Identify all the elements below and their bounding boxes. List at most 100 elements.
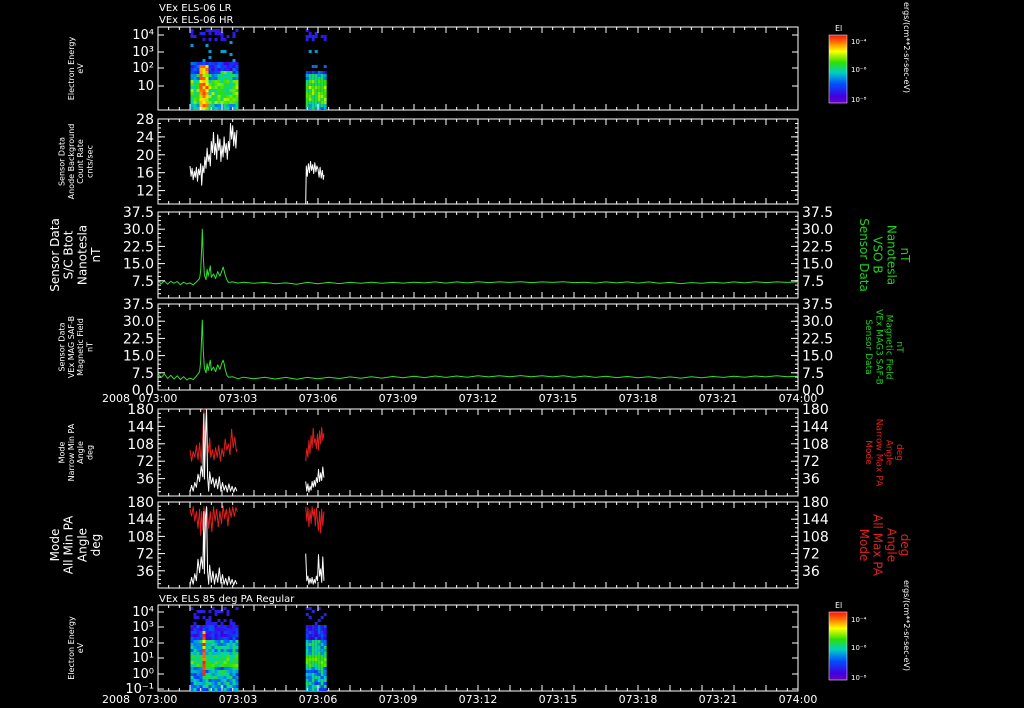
electron-energy-top-cell — [208, 98, 212, 101]
electron-energy-top-cell — [308, 83, 312, 86]
electron-energy-bottom-cell — [229, 649, 233, 652]
electron-energy-top-cell — [220, 92, 224, 95]
electron-energy-bottom-cell — [226, 682, 230, 685]
electron-energy-bottom-cell — [205, 679, 209, 682]
electron-energy-top-cell — [317, 98, 321, 101]
electron-energy-bottom-cell — [235, 643, 239, 646]
electron-energy-top-cell — [229, 80, 233, 83]
electron-energy-bottom-cell — [190, 649, 194, 652]
electron-energy-bottom-time-label: 073:21 — [699, 693, 738, 706]
electron-energy-top-cell — [232, 71, 236, 74]
electron-energy-bottom-cell — [202, 652, 206, 655]
electron-energy-top-cell — [314, 50, 318, 53]
electron-energy-top-cell — [229, 104, 233, 107]
electron-energy-bottom-cell — [220, 649, 224, 652]
all-pa-series-1 — [189, 505, 238, 536]
electron-energy-top-cell — [214, 77, 218, 80]
electron-energy-top-cell — [226, 83, 230, 86]
mag-field-ytick-label: 37.5 — [123, 297, 154, 313]
electron-energy-top-cell — [190, 95, 194, 98]
sc-btot-ytick-label: 22.5 — [123, 239, 154, 255]
electron-energy-bottom-cell — [320, 652, 324, 655]
electron-energy-top-cell — [314, 83, 318, 86]
electron-energy-bottom-cell — [229, 658, 233, 661]
electron-energy-bottom-cell — [311, 649, 315, 652]
electron-energy-bottom-cell — [193, 673, 197, 676]
electron-energy-bottom-cell — [214, 625, 218, 628]
electron-energy-bottom-cell — [320, 631, 324, 634]
electron-energy-top-cell — [317, 95, 321, 98]
electron-energy-bottom-cell — [235, 688, 239, 691]
electron-energy-bottom-cell — [229, 676, 233, 679]
electron-energy-top-cell — [214, 107, 218, 110]
electron-energy-bottom-cell — [205, 640, 209, 643]
electron-energy-top-cell — [202, 104, 206, 107]
electron-energy-top-cell — [323, 80, 327, 83]
all-pa-ylabel-right-line-1: Mode — [857, 529, 871, 562]
electron-energy-bottom-cell — [190, 688, 194, 691]
narrow-pa-ylabel-right-line-4: deg — [894, 444, 904, 461]
electron-energy-bottom-cell — [193, 649, 197, 652]
electron-energy-bottom-cell — [323, 661, 327, 664]
colorbar-bottom-title: El — [835, 601, 842, 610]
electron-energy-bottom-cell — [308, 685, 312, 688]
electron-energy-bottom-cell — [202, 625, 206, 628]
electron-energy-bottom-ytick-label: 10³ — [132, 620, 154, 635]
electron-energy-top-cell — [317, 83, 321, 86]
electron-energy-bottom-cell — [211, 664, 215, 667]
electron-energy-bottom-cell — [323, 613, 327, 616]
electron-energy-bottom-cell — [308, 646, 312, 649]
electron-energy-bottom-cell — [193, 667, 197, 670]
electron-energy-top-cell — [232, 62, 236, 65]
electron-energy-bottom-cell — [235, 640, 239, 643]
electron-energy-bottom-cell — [235, 658, 239, 661]
electron-energy-bottom-cell — [226, 649, 230, 652]
electron-energy-top-cell — [314, 32, 318, 35]
electron-energy-top-cell — [211, 98, 215, 101]
electron-energy-bottom-cell — [308, 664, 312, 667]
electron-energy-bottom-cell — [323, 634, 327, 637]
electron-energy-top-cell — [220, 98, 224, 101]
electron-energy-top-frame — [157, 26, 799, 111]
electron-energy-top-cell — [202, 101, 206, 104]
electron-energy-bottom-cell — [205, 658, 209, 661]
electron-energy-bottom-cell — [317, 649, 321, 652]
electron-energy-bottom-cell — [305, 640, 309, 643]
electron-energy-bottom-cell — [308, 640, 312, 643]
electron-energy-top-cell — [305, 35, 309, 38]
electron-energy-top-cell — [226, 92, 230, 95]
narrow-pa-series-3 — [305, 426, 325, 462]
electron-energy-bottom-cell — [199, 676, 203, 679]
electron-energy-bottom-ytick-label: 10⁰ — [132, 667, 154, 682]
electron-energy-bottom-cell — [317, 676, 321, 679]
sc-btot-ytick-label: 15.0 — [123, 257, 154, 273]
electron-energy-bottom-cell — [202, 640, 206, 643]
electron-energy-top-cell — [193, 101, 197, 104]
electron-energy-bottom-cell — [223, 640, 227, 643]
electron-energy-top-cell — [193, 86, 197, 89]
electron-energy-bottom-cell — [193, 628, 197, 631]
electron-energy-bottom-cell — [190, 628, 194, 631]
electron-energy-top-cell — [205, 65, 209, 68]
electron-energy-bottom-cell — [226, 655, 230, 658]
electron-energy-top-cell — [323, 74, 327, 77]
electron-energy-bottom-cell — [217, 658, 221, 661]
electron-energy-bottom-cell — [311, 640, 315, 643]
electron-energy-bottom-ylabel-line-2: eV — [76, 642, 85, 653]
electron-energy-bottom-cell — [217, 685, 221, 688]
electron-energy-top-cell — [226, 80, 230, 83]
electron-energy-top-cell — [305, 38, 309, 41]
narrow-pa-ylabel-right-line-1: Mode — [863, 440, 873, 465]
electron-energy-top-cell — [314, 77, 318, 80]
electron-energy-top-cell — [323, 38, 327, 41]
electron-energy-top-cell — [232, 86, 236, 89]
electron-energy-bottom-cell — [202, 664, 206, 667]
electron-energy-top-cell — [226, 98, 230, 101]
electron-energy-top-cell — [305, 89, 309, 92]
electron-energy-bottom-cell — [317, 643, 321, 646]
electron-energy-top-cell — [323, 83, 327, 86]
electron-energy-bottom-cell — [199, 685, 203, 688]
electron-energy-bottom-cell — [211, 685, 215, 688]
electron-energy-top-cell — [217, 95, 221, 98]
electron-energy-top-cell — [320, 35, 324, 38]
